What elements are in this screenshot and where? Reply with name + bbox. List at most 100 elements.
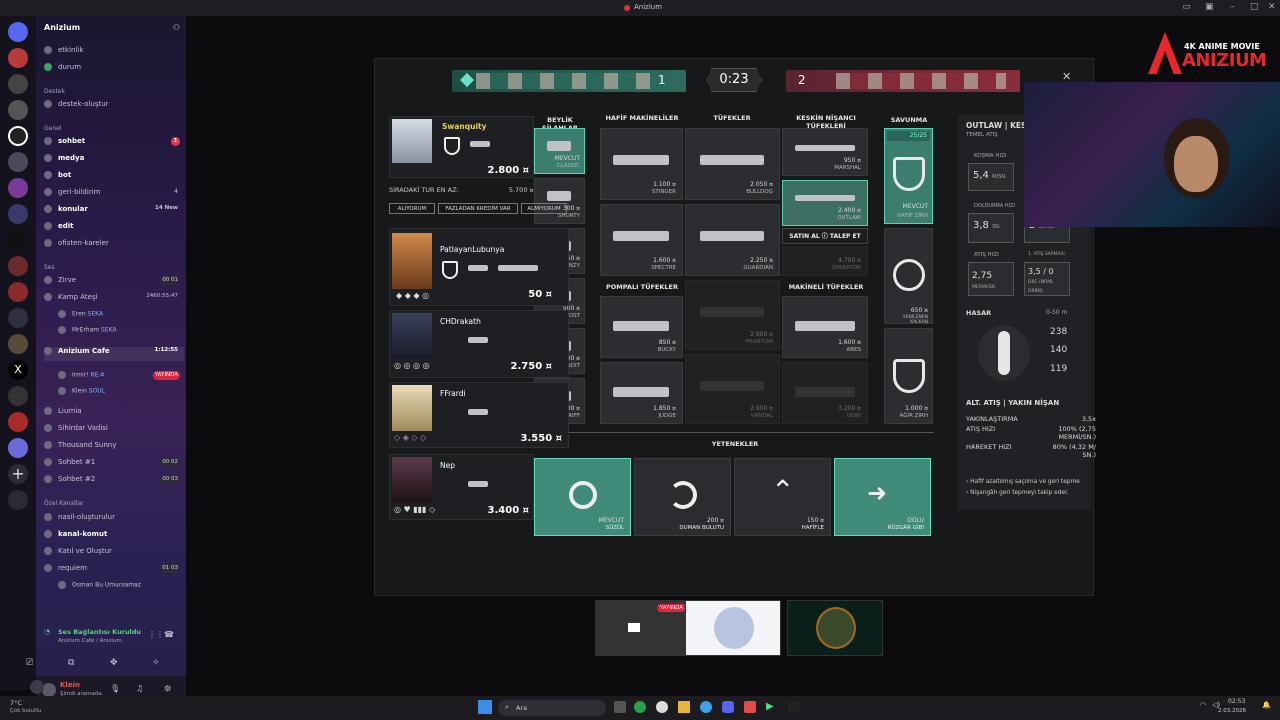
ability-card-suzul[interactable]: MEVCUT SÜZÜL	[534, 458, 631, 536]
headphones-icon[interactable]: ♫	[136, 684, 143, 693]
play-icon[interactable]: ▶	[766, 701, 778, 713]
gear-icon[interactable]: ⚙	[164, 684, 171, 693]
noise-icon[interactable]: ⋮⋮	[148, 630, 164, 639]
player-card[interactable]: CHDrakath ◎ ◎ ◎ ◎ 2.750 ¤	[389, 310, 569, 378]
notification-icon[interactable]: 🔔	[1262, 701, 1271, 709]
buying-button[interactable]: ALIYORUM	[389, 203, 435, 214]
voice-channel-active[interactable]: Anizium Cafe 1:12:55	[44, 347, 184, 361]
buy-button[interactable]: SATIN AL	[789, 233, 819, 240]
player-card[interactable]: Swanquity 2.800 ¤	[389, 116, 534, 178]
folder-icon[interactable]	[8, 308, 28, 328]
mic-icon[interactable]: 🎙	[110, 684, 120, 693]
channel-item[interactable]: geri-bildirim 4	[44, 188, 184, 202]
weapon-card-phantom[interactable]: 2.900 ¤ PHANTOM	[685, 280, 780, 350]
category-genel[interactable]: Genel	[44, 125, 62, 132]
server-icon[interactable]	[8, 412, 28, 432]
weapon-card-judge[interactable]: 1.850 ¤ JUDGE	[600, 362, 683, 424]
weapon-card-guardian[interactable]: 2.250 ¤ GUARDIAN	[685, 204, 780, 276]
server-icon[interactable]	[8, 256, 28, 276]
activity-icon[interactable]: ✥	[110, 658, 118, 668]
channel-item[interactable]: ofisten-kareler	[44, 239, 184, 253]
server-icon[interactable]	[8, 230, 28, 250]
inbox-icon[interactable]: ▣	[1205, 2, 1214, 12]
server-icon[interactable]	[8, 126, 28, 146]
player-card[interactable]: Nep ◎ ♥ ▮▮▮ ◇ 3.400 ¤	[389, 454, 534, 520]
server-icon[interactable]	[8, 74, 28, 94]
request-button[interactable]: TALEP ET	[830, 233, 861, 240]
weapon-card-vandal[interactable]: 2.900 ¤ VANDAL	[685, 354, 780, 424]
soundboard-icon[interactable]: ✧	[152, 658, 160, 668]
server-icon[interactable]	[8, 178, 28, 198]
voice-user[interactable]: Irmir! RE-A YAYINDA	[58, 371, 184, 385]
server-icon[interactable]	[8, 334, 28, 354]
channel-item[interactable]: durum	[44, 63, 184, 77]
disconnect-icon[interactable]: ☎	[164, 630, 174, 639]
voice-user[interactable]: MrErham SEKA	[58, 326, 184, 340]
armor-card-light[interactable]: 25/25 MEVCUT HAFİF ZIRH	[884, 128, 933, 224]
channel-item[interactable]: kanal-komut	[44, 530, 184, 544]
server-icon[interactable]	[8, 438, 28, 458]
discord-home-icon[interactable]	[8, 22, 28, 42]
maximize-button[interactable]: □	[1250, 2, 1259, 12]
weapon-card-bucky[interactable]: 850 ¤ BUCKY	[600, 296, 683, 358]
voice-channel[interactable]: Sohbet #1 00 02	[44, 458, 184, 472]
ability-card-ruzgar[interactable]: ➜ DOLU RÜZGÂR GİBİ	[834, 458, 931, 536]
not-buying-button[interactable]: ALMIYORUM	[521, 203, 567, 214]
voice-channel[interactable]: Liurnia	[44, 407, 184, 421]
weapon-card-ares[interactable]: 1.600 ¤ ARES	[782, 296, 868, 358]
server-name[interactable]: Anizium	[44, 23, 80, 32]
stream-thumbnail[interactable]: YAYINDA	[595, 600, 691, 656]
discord-icon[interactable]	[722, 701, 734, 713]
voice-channel[interactable]: Sohbet #2 00 03	[44, 475, 184, 489]
category-ozel[interactable]: Özel Kanallar	[44, 500, 84, 507]
weapon-card-classic[interactable]: MEVCUT CLASSIC	[534, 128, 585, 174]
folder-icon[interactable]	[678, 701, 690, 713]
weapon-card-odin[interactable]: 3.200 ¤ ODIN	[782, 362, 868, 424]
add-server-icon[interactable]: +	[8, 464, 28, 484]
clock-date[interactable]: 2.03.2026	[1218, 708, 1246, 714]
channel-item[interactable]: sohbet 1	[44, 137, 184, 151]
buy-request-bar[interactable]: SATIN AL ⓘ TALEP ET	[782, 228, 868, 244]
stream-thumbnail[interactable]	[787, 600, 883, 656]
voice-channel[interactable]: Thousand Sunny	[44, 441, 184, 455]
search-box[interactable]: ⌕ Ara	[498, 700, 606, 716]
channel-item[interactable]: etkinlik	[44, 46, 184, 60]
voice-channel[interactable]: Zirve 00 01	[44, 276, 184, 290]
stream-thumbnail[interactable]	[685, 600, 781, 656]
avatar[interactable]	[42, 683, 56, 697]
wifi-icon[interactable]: ◠	[1200, 701, 1206, 709]
weapon-card-marshal[interactable]: 950 ¤ MARSHAL	[782, 128, 868, 176]
discover-icon[interactable]	[8, 490, 28, 510]
player-card[interactable]: FFrardi ◇ ◈ ◇ ◇ 3.550 ¤	[389, 382, 569, 448]
ability-card-duman[interactable]: 200 ¤ DUMAN BULUTU	[634, 458, 731, 536]
weapon-card-operator[interactable]: 4.700 ¤ OPERATOR	[782, 246, 868, 276]
server-icon[interactable]	[8, 204, 28, 224]
player-card[interactable]: PatlayanLubunya ◆ ◆ ◆ ◎ 50 ¤	[389, 228, 569, 306]
camera-icon[interactable]: ⎚	[26, 658, 33, 668]
weather-temp[interactable]: 7°C	[10, 699, 22, 707]
minimize-button[interactable]: –	[1230, 2, 1235, 12]
taskview-icon[interactable]	[614, 701, 626, 713]
add-member-icon[interactable]: ⚇	[173, 23, 180, 32]
channel-item[interactable]: edit	[44, 222, 184, 236]
xbox-icon[interactable]	[634, 701, 646, 713]
voice-user[interactable]: Eren SEKA	[58, 310, 184, 324]
server-icon[interactable]	[8, 100, 28, 120]
server-icon[interactable]	[8, 48, 28, 68]
armor-card-regen[interactable]: 650 ¤ YENİLENEN KALKAN	[884, 228, 933, 325]
voice-channel[interactable]: Kamp Ateşi 2460:55:47	[44, 293, 184, 307]
weapon-card-bulldog[interactable]: 2.050 ¤ BULLDOG	[685, 128, 780, 200]
clock-time[interactable]: 02:53	[1228, 698, 1245, 705]
channel-item[interactable]: bot	[44, 171, 184, 185]
app-icon[interactable]	[744, 701, 756, 713]
channel-item[interactable]: medya	[44, 154, 184, 168]
pip-icon[interactable]: ▭	[1182, 2, 1191, 12]
voice-channel[interactable]: requiem 01 03	[44, 564, 184, 578]
category-destek[interactable]: Destek	[44, 88, 65, 95]
x-icon[interactable]: X	[8, 360, 28, 380]
weapon-card-outlaw[interactable]: 2.400 ¤ OUTLAW	[782, 180, 868, 226]
steam-icon[interactable]	[656, 701, 668, 713]
channel-item[interactable]: nasil-oluşturulur	[44, 513, 184, 527]
armor-card-heavy[interactable]: 1.000 ¤ AĞIR ZIRH	[884, 328, 933, 424]
browser-icon[interactable]	[700, 701, 712, 713]
